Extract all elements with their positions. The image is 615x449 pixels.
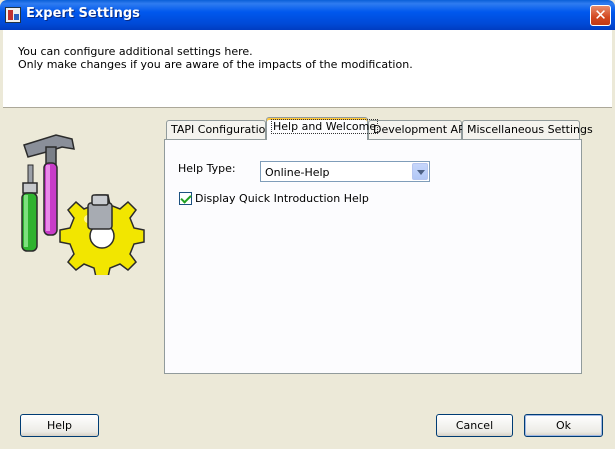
- quick-intro-label[interactable]: Display Quick Introduction Help: [195, 192, 369, 205]
- header-panel: You can configure additional settings he…: [3, 30, 612, 108]
- help-type-select[interactable]: Online-Help: [260, 161, 430, 182]
- tab-tapi-configuration[interactable]: TAPI Configuration: [166, 120, 272, 139]
- title-bar[interactable]: Expert Settings ✕: [0, 0, 615, 30]
- tab-help-and-welcome[interactable]: Help and Welcome: [266, 117, 379, 140]
- header-description-line2: Only make changes if you are aware of th…: [18, 58, 413, 71]
- quick-intro-checkbox[interactable]: [179, 192, 192, 205]
- close-button[interactable]: ✕: [590, 5, 611, 26]
- chevron-down-icon[interactable]: [412, 163, 428, 180]
- help-type-label: Help Type:: [178, 162, 236, 175]
- tools-gear-icon: [21, 134, 145, 275]
- help-button[interactable]: Help: [20, 414, 99, 437]
- tab-miscellaneous-settings[interactable]: Miscellaneous Settings: [462, 120, 593, 139]
- tab-panel-help-and-welcome: Help Type: Online-Help Display Quick Int…: [164, 139, 582, 374]
- tab-development-api[interactable]: Development API: [368, 120, 468, 139]
- help-type-value: Online-Help: [265, 166, 330, 179]
- window-title: Expert Settings: [26, 6, 140, 21]
- tab-help-and-welcome-label: Help and Welcome: [271, 119, 379, 134]
- application-icon: [5, 7, 21, 23]
- ok-button[interactable]: Ok: [524, 414, 603, 437]
- cancel-button[interactable]: Cancel: [436, 414, 513, 437]
- header-description-line1: You can configure additional settings he…: [18, 45, 253, 58]
